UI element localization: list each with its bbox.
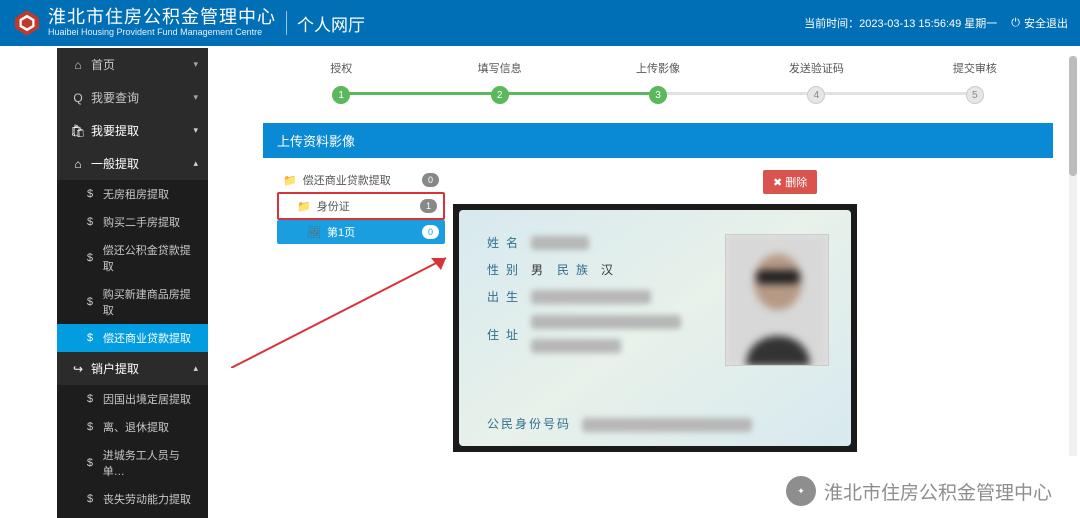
id-sex-value: 男 xyxy=(531,261,543,278)
image-icon: 🖼 xyxy=(307,226,321,239)
logout-button[interactable]: ⏻ 安全退出 xyxy=(1011,15,1068,31)
sidebar-item-disability[interactable]: $丧失劳动能力提取 xyxy=(57,485,208,513)
app-subtitle: 个人网厅 xyxy=(297,11,365,36)
header-divider xyxy=(286,11,287,35)
step-2: 填写信息2 xyxy=(420,60,578,104)
id-nation-value: 汉 xyxy=(601,261,613,278)
bag-icon: 🛍 xyxy=(71,124,85,138)
id-number-label: 公民身份号码 xyxy=(487,417,571,431)
arrow-icon: ↪ xyxy=(71,362,85,376)
chevron-down-icon: ▾ xyxy=(193,59,198,70)
folder-icon: 📁 xyxy=(297,200,311,213)
sidebar-withdraw[interactable]: 🛍我要提取▾ xyxy=(57,114,208,147)
step-5: 提交审核5 xyxy=(896,60,1054,104)
sidebar-item-retire[interactable]: $离、退休提取 xyxy=(57,413,208,441)
sidebar-group-close[interactable]: ↪销户提取▴ xyxy=(57,352,208,385)
watermark: ✦ 淮北市住房公积金管理中心 xyxy=(786,476,1052,506)
sidebar-item-migrant[interactable]: $进城务工人员与单… xyxy=(57,441,208,485)
file-tree: 📁偿还商业贷款提取0 📁身份证1 🖼第1页0 xyxy=(277,168,445,244)
sidebar-item-fundloan[interactable]: $偿还公积金贷款提取 xyxy=(57,236,208,280)
id-birth-label: 出生 xyxy=(487,288,531,305)
delete-button[interactable]: ✖ 删除 xyxy=(763,170,817,194)
step-3: 上传影像3 xyxy=(579,60,737,104)
chevron-up-icon: ▴ xyxy=(193,158,198,169)
home-icon: ⌂ xyxy=(71,58,85,72)
tree-root[interactable]: 📁偿还商业贷款提取0 xyxy=(277,168,445,192)
tree-id-folder[interactable]: 📁身份证1 xyxy=(277,192,445,220)
main-content: 授权1 填写信息2 上传影像3 发送验证码4 提交审核5 上传资料影像 📁偿还商… xyxy=(208,46,1080,518)
scrollbar-thumb[interactable] xyxy=(1069,56,1077,176)
time-display: 当前时间：2023-03-13 15:56:49 星期一 xyxy=(804,15,997,31)
sidebar-item-newhouse[interactable]: $购买新建商品房提取 xyxy=(57,280,208,324)
sidebar-item-rent[interactable]: $无房租房提取 xyxy=(57,180,208,208)
logo-icon xyxy=(12,8,42,38)
folder-icon: 📁 xyxy=(283,174,297,187)
sidebar-item-secondhand[interactable]: $购买二手房提取 xyxy=(57,208,208,236)
scrollbar[interactable] xyxy=(1069,56,1077,456)
step-1: 授权1 xyxy=(262,60,420,104)
app-title-en: Huaibei Housing Provident Fund Managemen… xyxy=(48,28,276,38)
id-addr-label: 住址 xyxy=(487,326,531,343)
search-icon: Q xyxy=(71,91,85,105)
app-header: 淮北市住房公积金管理中心 Huaibei Housing Provident F… xyxy=(0,0,1080,46)
upload-panel: 上传资料影像 📁偿还商业贷款提取0 📁身份证1 🖼第1页0 ✖ 删除 姓名 性别… xyxy=(262,122,1054,518)
wechat-icon: ✦ xyxy=(786,476,816,506)
sidebar-item-unemployed[interactable]: $下岗失业提取 xyxy=(57,513,208,518)
step-bar: 授权1 填写信息2 上传影像3 发送验证码4 提交审核5 xyxy=(262,60,1054,104)
sidebar-item-abroad[interactable]: $因国出境定居提取 xyxy=(57,385,208,413)
sidebar-group-general[interactable]: ⌂一般提取▴ xyxy=(57,147,208,180)
panel-title: 上传资料影像 xyxy=(263,123,1053,158)
sidebar-item-bizloan[interactable]: $偿还商业贷款提取 xyxy=(57,324,208,352)
id-card-preview: 姓名 性别男民族汉 出生 住址 公民身份号码 xyxy=(453,204,857,452)
id-photo xyxy=(725,234,829,366)
tree-page-1[interactable]: 🖼第1页0 xyxy=(277,220,445,244)
sidebar-query[interactable]: Q我要查询▾ xyxy=(57,81,208,114)
id-sex-label: 性别 xyxy=(487,261,531,278)
id-nation-label: 民族 xyxy=(557,261,601,278)
step-4: 发送验证码4 xyxy=(737,60,895,104)
red-arrow-annotation xyxy=(231,248,461,368)
dollar-icon: $ xyxy=(83,188,97,200)
power-icon: ⏻ xyxy=(1011,17,1020,30)
id-name-label: 姓名 xyxy=(487,234,531,251)
sidebar: ⌂首页▾ Q我要查询▾ 🛍我要提取▾ ⌂一般提取▴ $无房租房提取 $购买二手房… xyxy=(57,48,208,488)
house-icon: ⌂ xyxy=(71,157,85,171)
sidebar-home[interactable]: ⌂首页▾ xyxy=(57,48,208,81)
app-title-cn: 淮北市住房公积金管理中心 xyxy=(48,8,276,28)
